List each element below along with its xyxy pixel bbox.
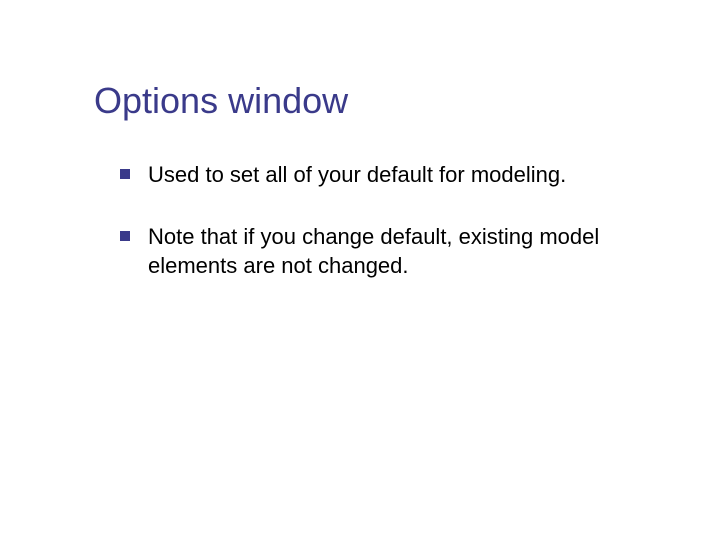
slide-container: Options window Used to set all of your d… bbox=[0, 0, 720, 281]
square-bullet-icon bbox=[120, 231, 130, 241]
slide-title: Options window bbox=[94, 80, 630, 122]
bullet-text: Used to set all of your default for mode… bbox=[148, 162, 566, 187]
list-item: Used to set all of your default for mode… bbox=[120, 160, 630, 190]
list-item: Note that if you change default, existin… bbox=[120, 222, 630, 281]
square-bullet-icon bbox=[120, 169, 130, 179]
bullet-list: Used to set all of your default for mode… bbox=[90, 160, 630, 281]
bullet-text: Note that if you change default, existin… bbox=[148, 224, 599, 279]
